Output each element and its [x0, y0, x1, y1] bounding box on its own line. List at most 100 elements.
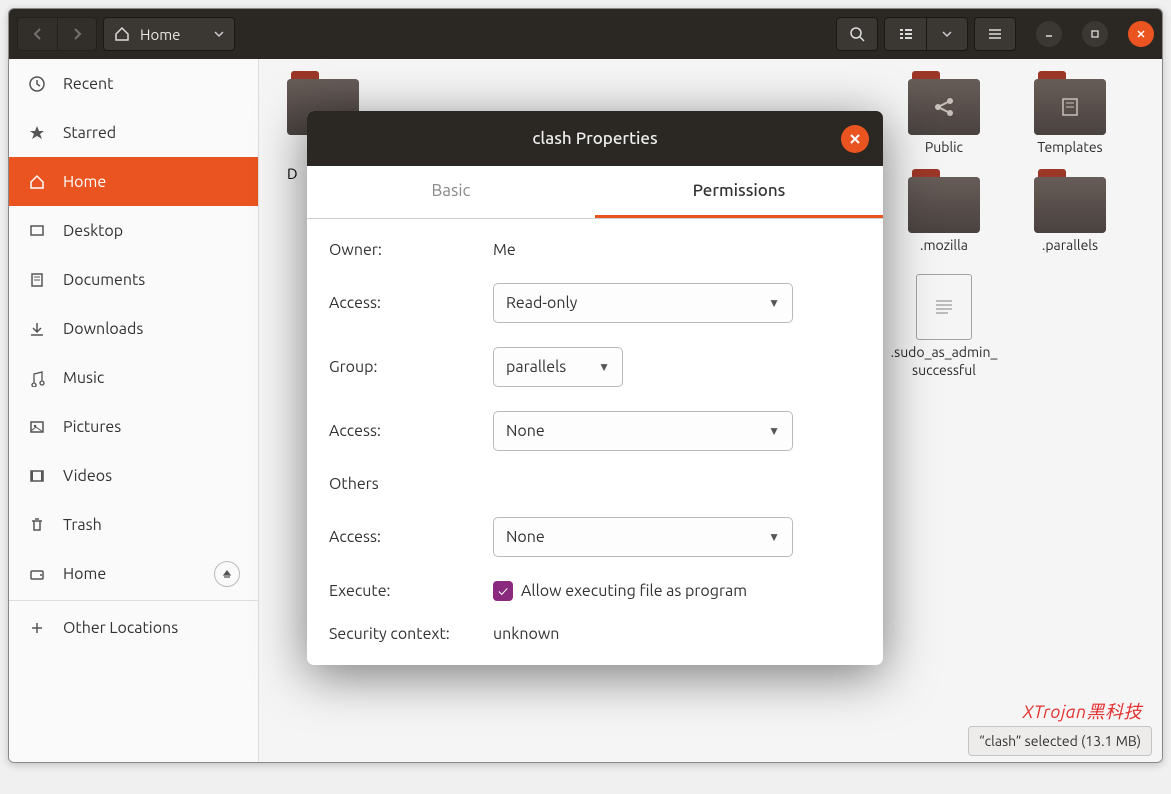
sidebar-item-label: Home [63, 173, 106, 191]
home-icon [27, 173, 47, 191]
nav-buttons [17, 17, 97, 51]
security-context-value: unknown [493, 625, 861, 643]
sidebar-item-home[interactable]: Home [9, 157, 258, 206]
music-icon [27, 369, 47, 387]
group-dropdown[interactable]: parallels▼ [493, 347, 623, 387]
others-label: Others [329, 475, 483, 493]
path-label: Home [140, 26, 180, 43]
dropdown-value: None [506, 422, 545, 440]
group-label: Group: [329, 358, 483, 376]
folder-icon [1034, 177, 1106, 233]
disk-icon [27, 565, 47, 583]
home-icon [114, 26, 130, 42]
sidebar-item-recent[interactable]: Recent [9, 59, 258, 108]
owner-access-dropdown[interactable]: Read-only▼ [493, 283, 793, 323]
search-button[interactable] [836, 17, 878, 51]
folder-item-public[interactable]: Public [889, 79, 999, 157]
sidebar-item-label: Desktop [63, 222, 123, 240]
view-menu-button[interactable] [926, 17, 968, 51]
hamburger-menu-button[interactable] [974, 17, 1016, 51]
statusbar: “clash” selected (13.1 MB) [968, 726, 1152, 756]
chevron-right-icon [71, 28, 83, 40]
star-icon [27, 124, 47, 142]
execute-label: Execute: [329, 582, 483, 600]
sidebar-item-documents[interactable]: Documents [9, 255, 258, 304]
documents-icon [27, 271, 47, 289]
list-view-button[interactable] [884, 17, 926, 51]
sidebar-item-music[interactable]: Music [9, 353, 258, 402]
sidebar-item-pictures[interactable]: Pictures [9, 402, 258, 451]
folder-item-parallels[interactable]: .parallels [1015, 177, 1125, 255]
pictures-icon [27, 418, 47, 436]
folder-item-mozilla[interactable]: .mozilla [889, 177, 999, 255]
tab-basic[interactable]: Basic [307, 166, 595, 218]
back-button[interactable] [17, 17, 57, 51]
dialog-close-button[interactable] [841, 125, 869, 153]
folder-label: .parallels [1042, 237, 1098, 255]
tab-permissions[interactable]: Permissions [595, 166, 883, 218]
chevron-left-icon [32, 28, 44, 40]
dialog-header: clash Properties [307, 111, 883, 166]
sidebar-item-desktop[interactable]: Desktop [9, 206, 258, 255]
folder-label: Templates [1037, 139, 1102, 157]
share-icon [908, 79, 980, 135]
dropdown-value: Read-only [506, 294, 577, 312]
text-file-icon [916, 274, 972, 340]
sidebar-item-label: Videos [63, 467, 112, 485]
sidebar-item-label: Trash [63, 516, 102, 534]
folder-icon [1034, 79, 1106, 135]
sidebar-item-downloads[interactable]: Downloads [9, 304, 258, 353]
others-access-dropdown[interactable]: None ▼ [493, 517, 793, 557]
dialog-title: clash Properties [532, 129, 657, 148]
hamburger-icon [987, 26, 1003, 42]
watermark-text: XTrojan黑科技 [1023, 698, 1142, 724]
close-icon [849, 133, 861, 145]
maximize-button[interactable] [1082, 21, 1108, 47]
chevron-down-icon [942, 29, 952, 39]
sidebar-item-other-locations[interactable]: Other Locations [9, 603, 258, 652]
desktop-icon [27, 222, 47, 240]
dropdown-value: None [506, 528, 545, 546]
folder-label: .mozilla [920, 237, 968, 255]
template-icon [1034, 79, 1106, 135]
execute-checkbox-row[interactable]: ✓ Allow executing file as program [493, 581, 861, 601]
file-manager-window: Home [8, 8, 1163, 763]
minimize-icon [1044, 29, 1054, 39]
pathbar[interactable]: Home [103, 17, 235, 51]
sidebar-item-videos[interactable]: Videos [9, 451, 258, 500]
group-access-label: Access: [329, 422, 483, 440]
sidebar-item-label: Starred [63, 124, 116, 142]
minimize-button[interactable] [1036, 21, 1062, 47]
tab-label: Basic [432, 181, 471, 200]
statusbar-text: “clash” selected (13.1 MB) [979, 733, 1141, 749]
sidebar-item-home-volume[interactable]: Home [9, 549, 258, 598]
eject-button[interactable] [214, 561, 240, 587]
trash-icon [27, 516, 47, 534]
sidebar: Recent Starred Home Desktop Documents Do… [9, 59, 259, 762]
sidebar-item-label: Documents [63, 271, 145, 289]
execute-text: Allow executing file as program [521, 582, 747, 600]
folder-label: Public [925, 139, 963, 157]
sidebar-item-label: Recent [63, 75, 113, 93]
view-switcher [884, 17, 968, 51]
sidebar-item-label: Other Locations [63, 619, 178, 637]
dropdown-value: parallels [506, 358, 566, 376]
folder-icon[interactable] [287, 79, 359, 135]
chevron-down-icon: ▼ [768, 424, 780, 438]
dialog-body: Owner: Me Access: Read-only▼ Group: para… [307, 219, 883, 665]
headerbar: Home [9, 9, 1162, 59]
security-context-label: Security context: [329, 625, 483, 643]
folder-item-templates[interactable]: Templates [1015, 79, 1125, 157]
close-window-button[interactable] [1128, 21, 1154, 47]
forward-button[interactable] [57, 17, 97, 51]
sidebar-item-trash[interactable]: Trash [9, 500, 258, 549]
group-access-dropdown[interactable]: None ▼ [493, 411, 793, 451]
sidebar-item-label: Pictures [63, 418, 121, 436]
file-item-sudo[interactable]: .sudo_as_admin_successful [889, 274, 999, 379]
chevron-down-icon: ▼ [768, 530, 780, 544]
sidebar-item-starred[interactable]: Starred [9, 108, 258, 157]
tab-label: Permissions [693, 181, 786, 200]
maximize-icon [1090, 29, 1100, 39]
downloads-icon [27, 320, 47, 338]
search-icon [849, 26, 865, 42]
